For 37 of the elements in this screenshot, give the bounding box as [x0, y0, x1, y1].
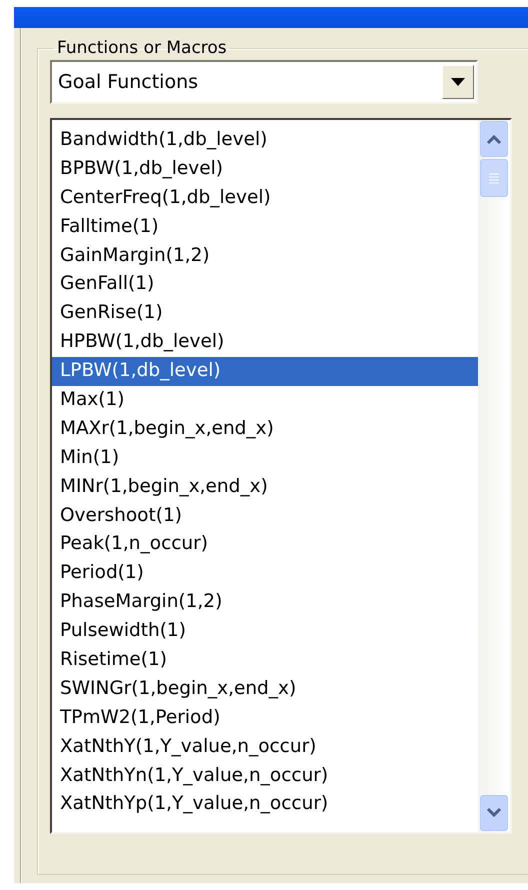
list-item[interactable]: Max(1)	[52, 386, 478, 415]
function-type-dropdown[interactable]: Goal Functions	[50, 60, 478, 104]
scroll-thumb[interactable]	[480, 159, 508, 197]
dropdown-button[interactable]	[442, 65, 474, 99]
list-item[interactable]: PhaseMargin(1,2)	[52, 588, 478, 618]
list-item[interactable]: Risetime(1)	[52, 646, 478, 675]
list-item[interactable]: GenRise(1)	[52, 299, 478, 328]
list-item[interactable]: Bandwidth(1,db_level)	[52, 126, 478, 155]
list-item[interactable]: SWINGr(1,begin_x,end_x)	[52, 674, 478, 704]
list-item[interactable]: TPmW2(1,Period)	[52, 704, 478, 733]
list-item[interactable]: XatNthYp(1,Y_value,n_occur)	[52, 790, 478, 820]
list-item[interactable]: LPBW(1,db_level)	[52, 357, 478, 386]
list-item[interactable]: Pulsewidth(1)	[52, 617, 478, 646]
list-item[interactable]: GainMargin(1,2)	[52, 242, 478, 270]
group-title: Functions or Macros	[56, 38, 228, 58]
list-item[interactable]: Overshoot(1)	[52, 502, 478, 530]
scroll-down-button[interactable]	[480, 795, 508, 831]
list-item[interactable]: HPBW(1,db_level)	[52, 328, 478, 358]
list-item[interactable]: Falltime(1)	[52, 212, 478, 242]
grip-icon	[488, 172, 500, 184]
list-item[interactable]: Peak(1,n_occur)	[52, 530, 478, 560]
list-item[interactable]: Period(1)	[52, 559, 478, 588]
caret-icon	[451, 78, 465, 86]
scrollbar[interactable]	[478, 120, 510, 832]
list-item[interactable]: MAXr(1,begin_x,end_x)	[52, 414, 478, 444]
scroll-up-button[interactable]	[480, 121, 508, 157]
list-item[interactable]: CenterFreq(1,db_level)	[52, 184, 478, 213]
list-item[interactable]: XatNthY(1,Y_value,n_occur)	[52, 732, 478, 762]
list-item[interactable]: XatNthYn(1,Y_value,n_occur)	[52, 762, 478, 790]
chevron-down-icon	[486, 808, 502, 818]
list-item[interactable]: Min(1)	[52, 444, 478, 473]
list-item[interactable]: GenFall(1)	[52, 270, 478, 300]
list-item[interactable]: MINr(1,begin_x,end_x)	[52, 472, 478, 502]
list-item[interactable]: BPBW(1,db_level)	[52, 154, 478, 184]
chevron-up-icon	[486, 134, 502, 144]
dropdown-value: Goal Functions	[57, 71, 200, 93]
function-list[interactable]	[50, 118, 512, 834]
